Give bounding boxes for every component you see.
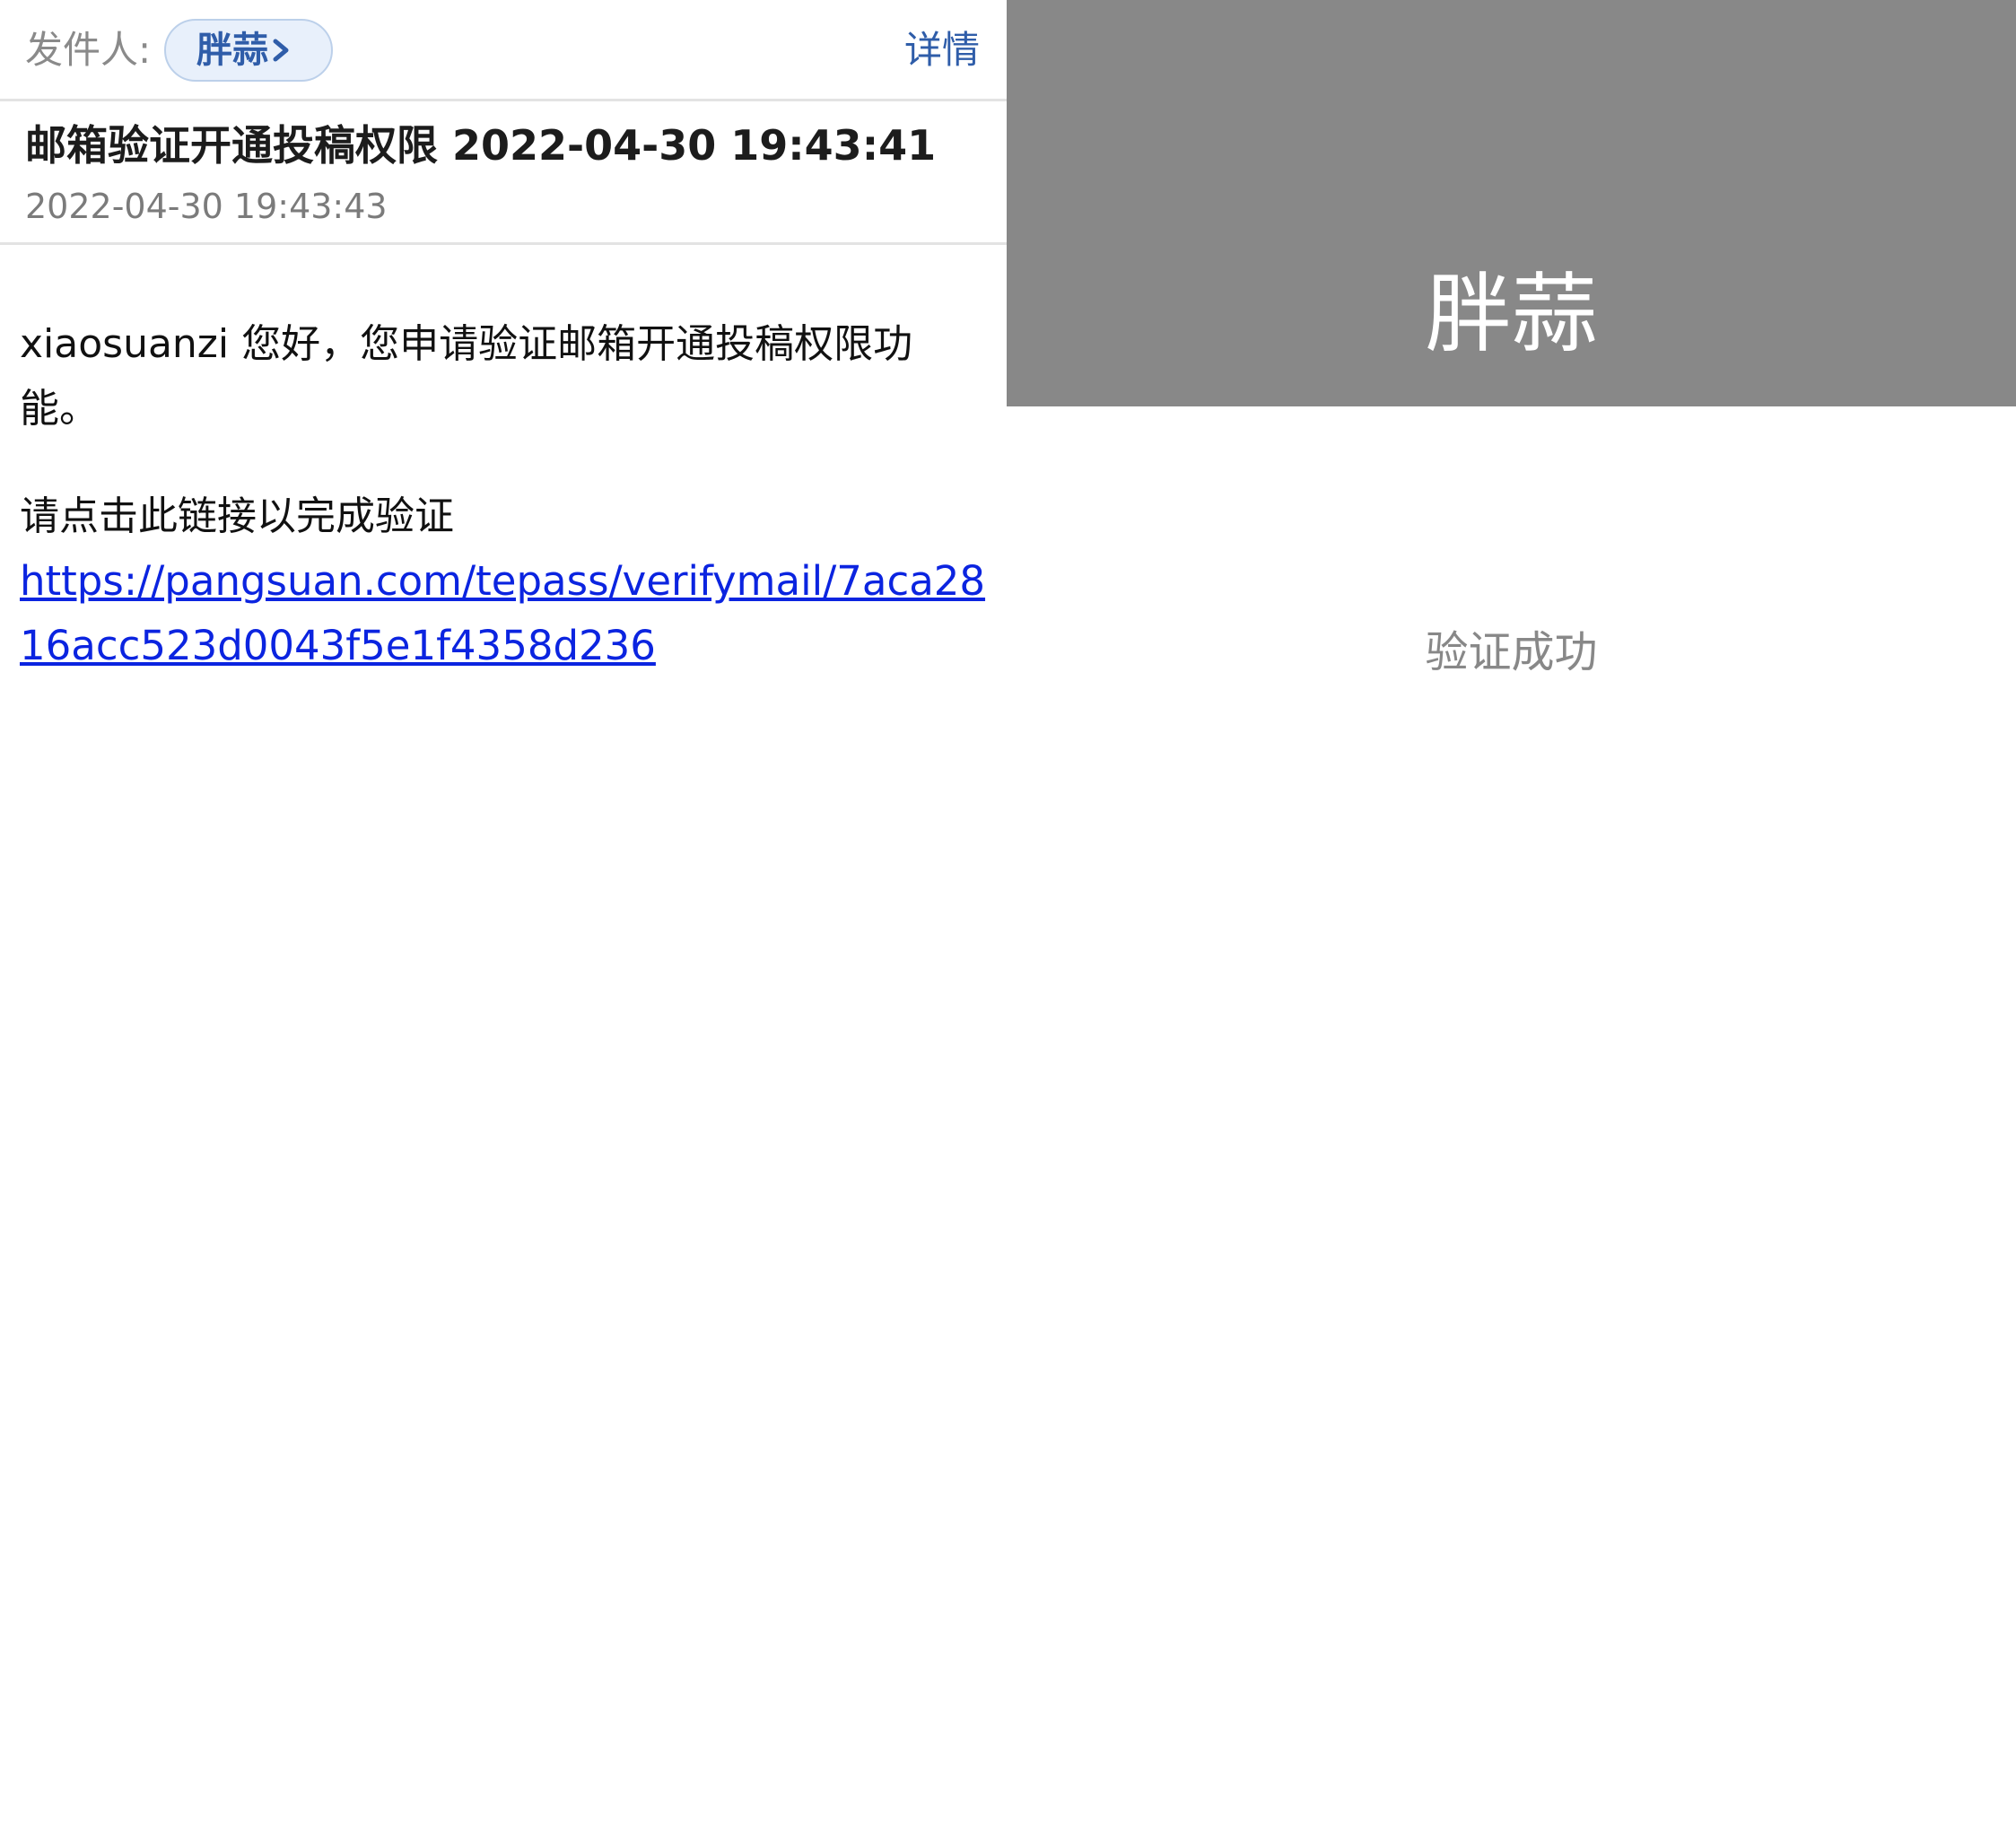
verify-link[interactable]: https://pangsuan.com/tepass/verifymail/7…	[20, 549, 989, 678]
chevron-right-icon	[273, 39, 289, 62]
mail-received-time: 2022-04-30 19:43:43	[25, 187, 388, 226]
mail-body: xiaosuanzi 您好，您申请验证邮箱开通投稿权限功能。 请点击此链接以完成…	[20, 312, 989, 678]
sender-chip[interactable]: 胖蒜	[164, 19, 333, 82]
sender-row: 发件人: 胖蒜 详情	[0, 0, 1007, 101]
mail-instruction: 请点击此链接以完成验证	[20, 493, 454, 539]
split-screen: 发件人: 胖蒜 详情 邮箱验证开通投稿权限 2022-04-30 19:43:4…	[0, 0, 2016, 1842]
result-pane: 胖蒜 验证成功	[1007, 0, 2016, 1842]
sender-label: 发件人:	[25, 28, 152, 72]
detail-button[interactable]: 详情	[904, 25, 980, 75]
sender-name: 胖蒜	[196, 30, 268, 71]
subject-block: 邮箱验证开通投稿权限 2022-04-30 19:43:41 2022-04-3…	[0, 101, 1007, 245]
site-brand: 胖蒜	[1425, 264, 1598, 364]
verification-status: 验证成功	[1425, 627, 1598, 677]
mail-subject: 邮箱验证开通投稿权限 2022-04-30 19:43:41	[25, 121, 937, 170]
mail-pane: 发件人: 胖蒜 详情 邮箱验证开通投稿权限 2022-04-30 19:43:4…	[0, 0, 1007, 1842]
mail-greeting: xiaosuanzi 您好，您申请验证邮箱开通投稿权限功能。	[20, 321, 913, 432]
mail-instruction-block: 请点击此链接以完成验证 https://pangsuan.com/tepass/…	[20, 485, 989, 678]
result-header: 胖蒜	[1007, 0, 2016, 406]
